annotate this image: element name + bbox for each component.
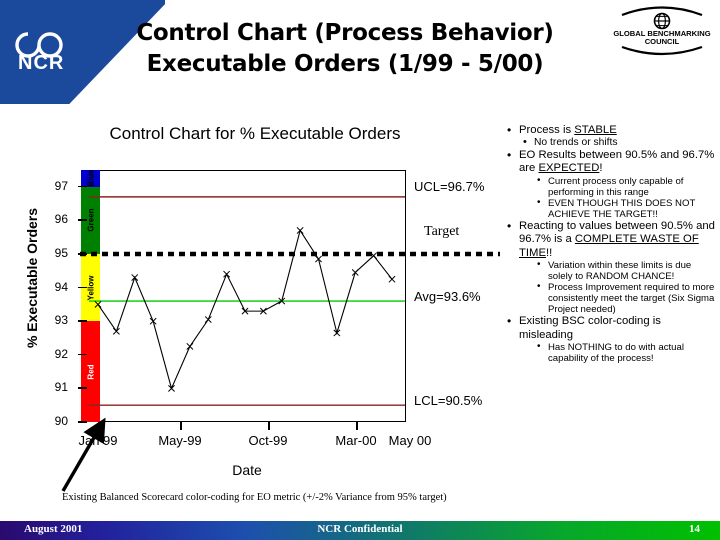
global-benchmarking-council-logo-icon: GLOBAL BENCHMARKING COUNCIL bbox=[613, 6, 711, 56]
ncr-wordmark: NCR bbox=[18, 52, 65, 74]
y-tick-mark bbox=[78, 219, 87, 221]
bullet-item-4: • EVEN THOUGH THIS DOES NOT ACHIEVE THE T… bbox=[504, 196, 718, 221]
bullet-text: No trends or shifts bbox=[534, 137, 618, 149]
bullet-dot-icon: • bbox=[537, 196, 541, 208]
gbc-logo-line2: COUNCIL bbox=[645, 37, 680, 46]
caption-arrow-icon bbox=[61, 417, 106, 492]
y-tick-label: 91 bbox=[54, 380, 68, 395]
chart-caption: Existing Balanced Scorecard color-coding… bbox=[62, 492, 447, 503]
bullet-text: Variation within these limits is due sol… bbox=[548, 259, 692, 282]
x-tick-mark bbox=[356, 422, 358, 430]
bullet-item-9: • Has NOTHING to do with actual capabilit… bbox=[504, 340, 718, 364]
page-title-line2: Executable Orders (1/99 - 5/00) bbox=[146, 50, 544, 77]
chart-title: Control Chart for % Executable Orders bbox=[109, 124, 401, 143]
bullet-dot-icon: • bbox=[507, 123, 512, 137]
bullet-emphasis: EXPECTED bbox=[538, 162, 600, 175]
bullet-item-8: • Existing BSC color-coding is misleading bbox=[504, 314, 718, 341]
bullet-text: EVEN THOUGH THIS DOES NOT ACHIEVE THE TA… bbox=[548, 197, 696, 221]
bullet-text: Has NOTHING to do with actual capability… bbox=[548, 341, 684, 364]
bullet-tail: ! bbox=[599, 162, 603, 175]
bullet-dot-icon: • bbox=[507, 314, 512, 329]
y-tick-mark bbox=[78, 286, 87, 289]
y-tick-mark bbox=[78, 185, 87, 188]
footer-confidential-label: NCR Confidential bbox=[317, 523, 403, 535]
bullet-dot-icon: • bbox=[537, 174, 541, 186]
y-tick-label: 93 bbox=[54, 313, 68, 328]
x-tick-mark bbox=[180, 422, 182, 430]
page-title-line1: Control Chart (Process Behavior) bbox=[136, 20, 554, 46]
y-tick-label: 97 bbox=[54, 178, 68, 193]
bullet-dot-icon: • bbox=[507, 148, 512, 163]
page-title: Control Chart (Process Behavior) Executa… bbox=[100, 18, 590, 79]
bullet-item-2: • EO Results between 90.5% and 96.7% are … bbox=[504, 148, 718, 175]
bullet-emphasis: STABLE bbox=[574, 124, 617, 136]
reference-label-avg: Avg=93.6% bbox=[414, 289, 481, 305]
y-tick-label: 94 bbox=[54, 279, 68, 294]
reference-label-target: Target bbox=[424, 224, 460, 239]
bullet-dot-icon: • bbox=[523, 136, 527, 149]
bullet-dot-icon: • bbox=[507, 219, 512, 234]
bullet-text: Current process only capable of performi… bbox=[548, 175, 684, 198]
commentary-bullets: • Process is STABLE • No trends or shifts • E… bbox=[504, 123, 718, 484]
y-tick-mark bbox=[78, 320, 87, 322]
y-tick-label: 96 bbox=[54, 212, 68, 227]
bullet-text: Process is bbox=[519, 124, 575, 136]
bullet-item-6: • Variation within these limits is due so… bbox=[504, 258, 718, 282]
y-tick-label: 92 bbox=[54, 346, 68, 361]
bullet-item-1: • No trends or shifts bbox=[504, 136, 718, 149]
bullet-item-0: • Process is STABLE bbox=[504, 123, 718, 137]
reference-label-ucl: UCL=96.7% bbox=[414, 178, 485, 194]
bullet-dot-icon: • bbox=[537, 340, 541, 352]
slide-footer: August 2001 NCR Confidential 14 bbox=[0, 521, 720, 540]
bullet-text: Process Improvement required to more con… bbox=[548, 282, 715, 316]
y-tick-mark bbox=[78, 253, 87, 255]
bullet-dot-icon: • bbox=[537, 258, 541, 270]
bullet-tail: !! bbox=[546, 246, 553, 259]
reference-label-lcl: LCL=90.5% bbox=[414, 393, 483, 409]
y-tick-mark bbox=[78, 387, 87, 389]
x-tick-label: Oct-99 bbox=[248, 433, 288, 448]
y-tick-label: 95 bbox=[54, 246, 68, 260]
x-tick-label: May 00 bbox=[388, 433, 432, 448]
x-tick-mark bbox=[268, 422, 270, 430]
bullet-text: Existing BSC color-coding is misleading bbox=[519, 315, 661, 341]
bullet-dot-icon: • bbox=[537, 281, 541, 293]
slide-header: NCR Control Chart (Process Behavior) Exe… bbox=[0, 0, 720, 112]
bullet-item-5: • Reacting to values between 90.5% and 96… bbox=[504, 219, 718, 260]
bullet-item-3: • Current process only capable of perform… bbox=[504, 174, 718, 198]
footer-page-number: 14 bbox=[689, 523, 700, 535]
y-tick-mark bbox=[78, 353, 87, 356]
bullet-item-7: • Process Improvement required to more co… bbox=[504, 281, 718, 316]
